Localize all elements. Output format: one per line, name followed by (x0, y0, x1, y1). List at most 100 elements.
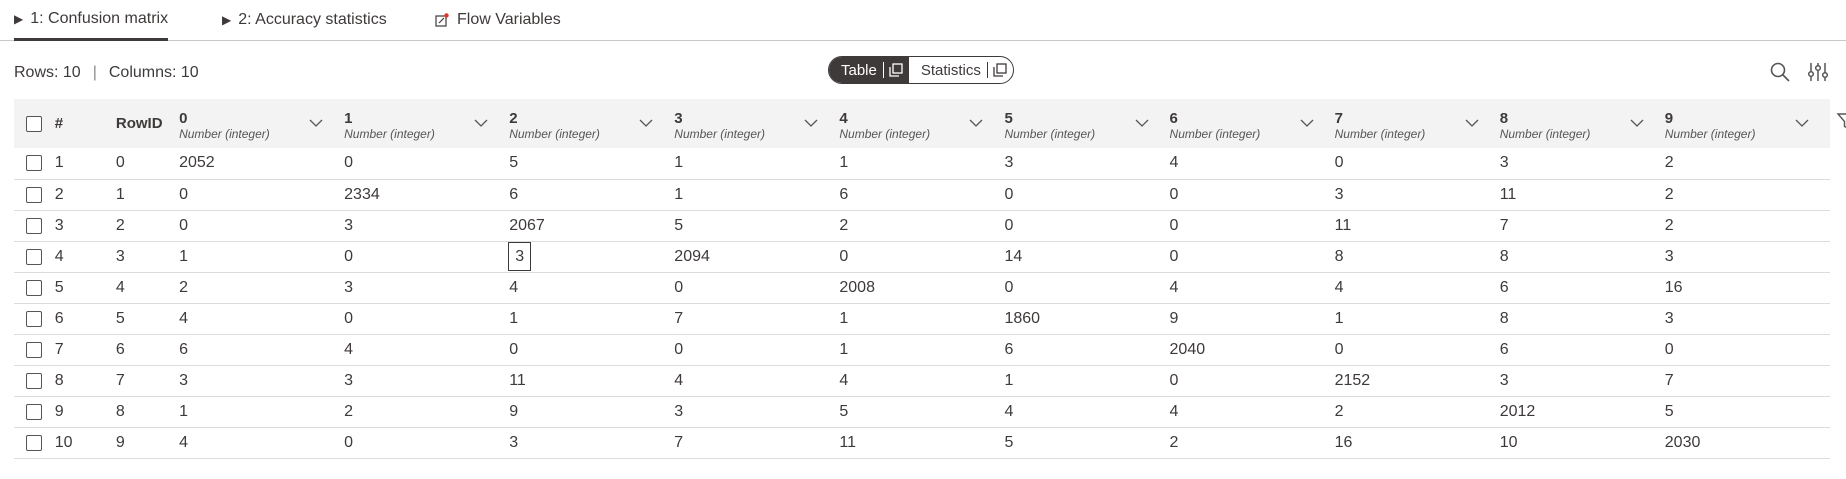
open-in-window-icon[interactable] (986, 62, 1008, 78)
table-cell[interactable]: 2067 (509, 210, 674, 241)
table-cell[interactable]: 3 (1665, 303, 1830, 334)
table-cell[interactable]: 1 (509, 303, 674, 334)
row-id[interactable]: 9 (116, 427, 179, 458)
row-checkbox[interactable] (26, 434, 42, 451)
chevron-down-icon[interactable] (308, 115, 324, 131)
table-cell[interactable]: 4 (1170, 272, 1335, 303)
table-cell[interactable]: 5 (1665, 396, 1830, 427)
table-cell[interactable]: 11 (839, 427, 1004, 458)
table-cell[interactable]: 0 (674, 334, 839, 365)
table-cell[interactable]: 3 (344, 272, 509, 303)
table-cell[interactable]: 1 (179, 396, 344, 427)
chevron-down-icon[interactable] (1794, 115, 1810, 131)
table-cell[interactable]: 2008 (839, 272, 1004, 303)
table-cell[interactable]: 8 (1500, 303, 1665, 334)
table-cell[interactable]: 5 (1004, 427, 1169, 458)
table-cell[interactable]: 6 (509, 179, 674, 210)
table-row[interactable]: 7 6 6 4 0 0 1 6 2040 0 6 0 (14, 334, 1830, 365)
table-cell[interactable]: 1 (1335, 303, 1500, 334)
table-row[interactable]: 10 9 4 0 3 7 11 5 2 16 10 2030 (14, 427, 1830, 458)
table-cell[interactable]: 7 (674, 303, 839, 334)
table-cell[interactable]: 2 (839, 210, 1004, 241)
filter-icon[interactable] (1836, 111, 1846, 131)
table-cell[interactable]: 3 (1500, 148, 1665, 179)
table-cell[interactable]: 0 (1170, 241, 1335, 272)
table-view-button[interactable]: Table (829, 57, 909, 83)
table-cell[interactable]: 7 (1665, 365, 1830, 396)
table-cell[interactable]: 11 (1335, 210, 1500, 241)
table-cell[interactable]: 4 (1170, 396, 1335, 427)
table-row[interactable]: 3 2 0 3 2067 5 2 0 0 11 7 2 (14, 210, 1830, 241)
table-cell[interactable]: 1860 (1004, 303, 1169, 334)
table-cell[interactable]: 4 (344, 334, 509, 365)
table-row[interactable]: 4 3 1 0 3 2094 0 14 0 8 8 3 (14, 241, 1830, 272)
table-cell[interactable]: 16 (1335, 427, 1500, 458)
table-cell[interactable]: 1 (839, 303, 1004, 334)
column-header-6[interactable]: 6 Number (integer) (1170, 99, 1335, 148)
table-cell[interactable]: 0 (1170, 210, 1335, 241)
column-header-4[interactable]: 4 Number (integer) (839, 99, 1004, 148)
column-header-8[interactable]: 8 Number (integer) (1500, 99, 1665, 148)
table-cell[interactable]: 7 (1500, 210, 1665, 241)
table-row[interactable]: 6 5 4 0 1 7 1 1860 9 1 8 3 (14, 303, 1830, 334)
table-cell[interactable]: 4 (1170, 148, 1335, 179)
table-cell[interactable]: 4 (179, 427, 344, 458)
row-id[interactable]: 1 (116, 179, 179, 210)
table-cell[interactable]: 2 (1665, 179, 1830, 210)
table-cell[interactable]: 0 (179, 179, 344, 210)
row-checkbox[interactable] (26, 248, 42, 265)
row-id[interactable]: 8 (116, 396, 179, 427)
sliders-icon[interactable] (1806, 60, 1830, 84)
row-id[interactable]: 5 (116, 303, 179, 334)
table-cell[interactable]: 2094 (674, 241, 839, 272)
table-cell[interactable]: 5 (674, 210, 839, 241)
table-cell[interactable]: 4 (179, 303, 344, 334)
column-header-1[interactable]: 1 Number (integer) (344, 99, 509, 148)
table-cell[interactable]: 2030 (1665, 427, 1830, 458)
table-cell[interactable]: 3 (344, 210, 509, 241)
table-cell[interactable]: 9 (1170, 303, 1335, 334)
table-cell[interactable]: 1 (674, 148, 839, 179)
table-cell[interactable]: 2152 (1335, 365, 1500, 396)
table-cell[interactable]: 6 (1500, 334, 1665, 365)
chevron-down-icon[interactable] (1134, 115, 1150, 131)
row-checkbox[interactable] (26, 403, 42, 420)
table-cell[interactable]: 0 (1004, 179, 1169, 210)
column-header-3[interactable]: 3 Number (integer) (674, 99, 839, 148)
table-cell[interactable]: 1 (179, 241, 344, 272)
table-cell[interactable]: 3 (1004, 148, 1169, 179)
table-cell[interactable]: 3 (179, 365, 344, 396)
chevron-down-icon[interactable] (1464, 115, 1480, 131)
table-cell[interactable]: 0 (344, 427, 509, 458)
table-cell[interactable]: 0 (674, 272, 839, 303)
table-cell[interactable]: 6 (839, 179, 1004, 210)
chevron-down-icon[interactable] (803, 115, 819, 131)
table-cell[interactable]: 6 (1500, 272, 1665, 303)
row-checkbox[interactable] (26, 217, 42, 234)
table-cell[interactable]: 3 (674, 396, 839, 427)
column-header-0[interactable]: 0 Number (integer) (179, 99, 344, 148)
row-checkbox[interactable] (26, 186, 42, 203)
table-cell[interactable]: 9 (509, 396, 674, 427)
column-header-2[interactable]: 2 Number (integer) (509, 99, 674, 148)
tab-flow-variables[interactable]: Flow Variables (435, 0, 561, 40)
table-cell[interactable]: 0 (1665, 334, 1830, 365)
table-cell[interactable]: 2040 (1170, 334, 1335, 365)
chevron-down-icon[interactable] (638, 115, 654, 131)
row-id[interactable]: 6 (116, 334, 179, 365)
table-cell[interactable]: 11 (1500, 179, 1665, 210)
row-id[interactable]: 0 (116, 148, 179, 179)
table-cell[interactable]: 10 (1500, 427, 1665, 458)
table-cell[interactable]: 6 (179, 334, 344, 365)
table-cell[interactable]: 3 (509, 427, 674, 458)
chevron-down-icon[interactable] (1629, 115, 1645, 131)
table-cell[interactable]: 0 (839, 241, 1004, 272)
table-cell[interactable]: 0 (1170, 365, 1335, 396)
table-cell[interactable]: 7 (674, 427, 839, 458)
chevron-down-icon[interactable] (1299, 115, 1315, 131)
selected-table-cell[interactable]: 3 (508, 241, 674, 272)
table-cell[interactable]: 11 (509, 365, 674, 396)
table-row[interactable]: 1 0 2052 0 5 1 1 3 4 0 3 2 (14, 148, 1830, 179)
table-cell[interactable]: 1 (674, 179, 839, 210)
statistics-view-button[interactable]: Statistics (909, 57, 1013, 83)
